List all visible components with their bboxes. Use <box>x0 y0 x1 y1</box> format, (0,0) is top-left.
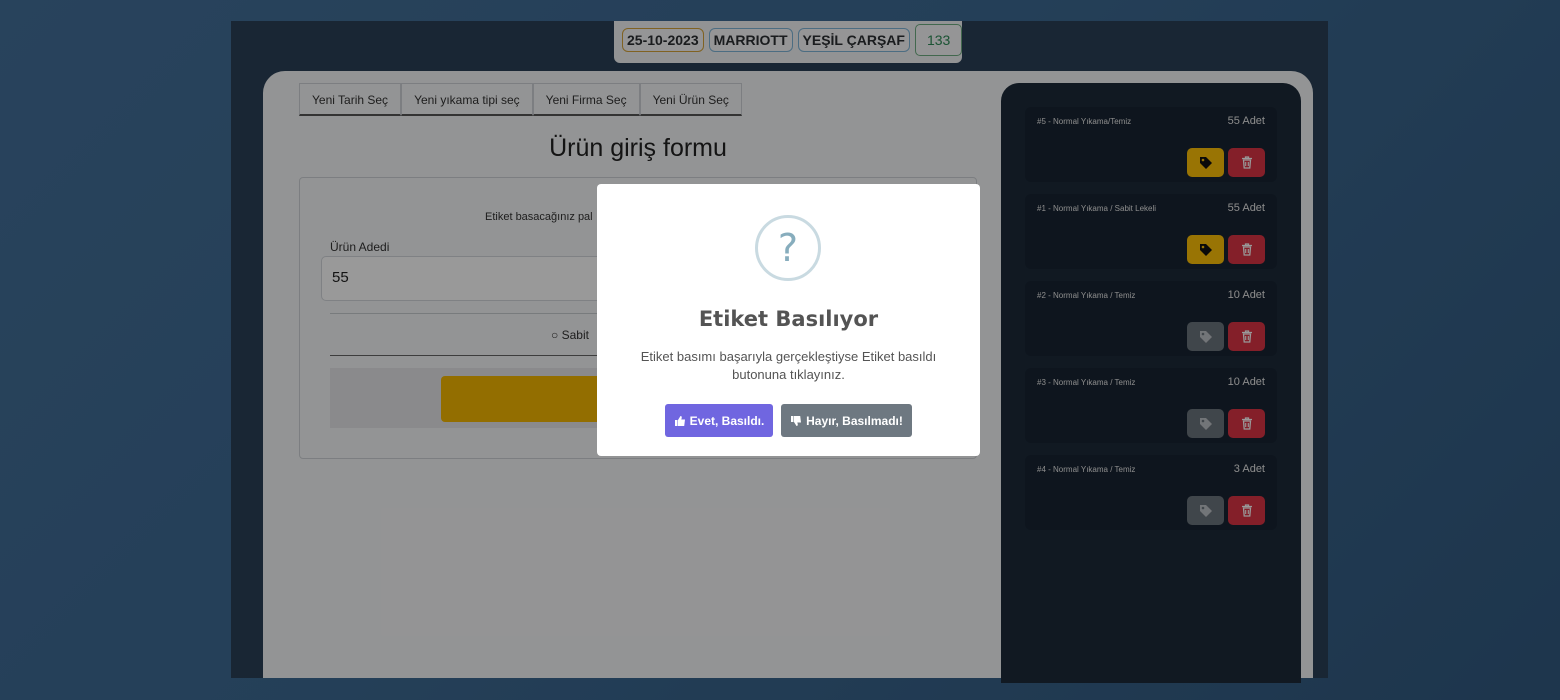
thumbs-down-icon <box>791 415 802 426</box>
thumbs-up-icon <box>674 415 685 426</box>
confirm-label: Evet, Basıldı. <box>689 413 765 428</box>
confirmation-dialog: ? Etiket Basılıyor Etiket basımı başarıy… <box>597 184 980 456</box>
question-icon: ? <box>755 215 821 281</box>
cancel-button[interactable]: Hayır, Basılmadı! <box>781 404 912 437</box>
cancel-label: Hayır, Basılmadı! <box>806 413 903 428</box>
confirm-button[interactable]: Evet, Basıldı. <box>665 404 773 437</box>
dialog-title: Etiket Basılıyor <box>698 307 879 331</box>
dialog-text: Etiket basımı başarıyla gerçekleştiyse E… <box>640 349 937 382</box>
